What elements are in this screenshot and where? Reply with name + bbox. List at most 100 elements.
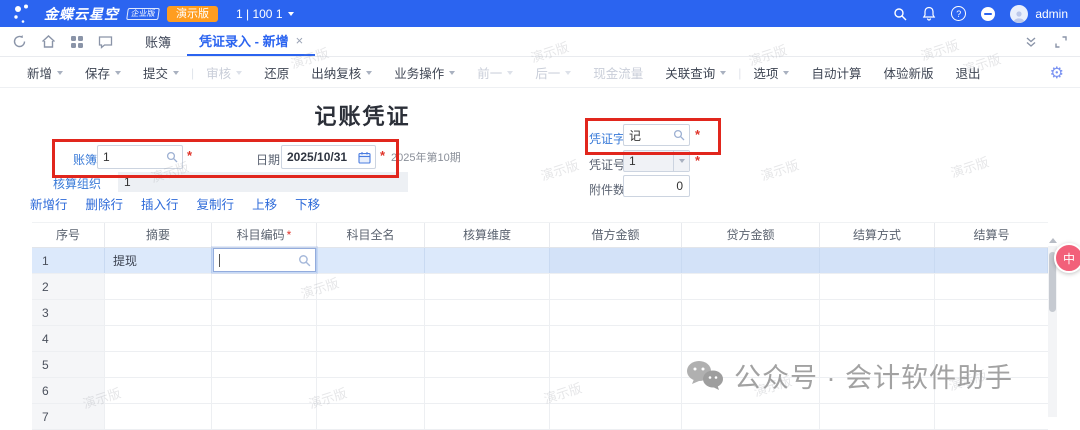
toolbar-button[interactable]: 还原 [253,63,300,82]
grid-row[interactable]: 3 [32,300,1048,326]
toolbar-button[interactable]: 自动计算 [800,63,872,82]
account-code-input[interactable] [220,252,298,268]
grid-row[interactable]: 6 [32,378,1048,404]
row-number-cell[interactable]: 3 [32,300,105,325]
fullscreen-icon[interactable] [1054,35,1068,49]
toolbar-button[interactable]: 保存 [74,63,132,82]
grid-cell[interactable] [212,326,317,351]
grid-row[interactable]: 4 [32,326,1048,352]
grid-row[interactable]: 7 [32,404,1048,430]
attachments-field[interactable] [623,175,690,197]
search-icon[interactable] [893,7,907,21]
grid-cell[interactable] [317,248,425,273]
grid-cell[interactable] [105,326,212,351]
grid-row[interactable]: 1提现 [32,248,1048,274]
grid-row[interactable]: 5 [32,352,1048,378]
grid-cell[interactable] [212,378,317,403]
lookup-icon[interactable] [166,151,182,163]
grid-cell[interactable] [820,326,935,351]
row-number-cell[interactable]: 2 [32,274,105,299]
apps-grid-icon[interactable] [70,35,84,49]
grid-cell[interactable] [317,378,425,403]
row-action-link[interactable]: 上移 [252,194,277,213]
floating-ime-badge[interactable]: 中 [1054,243,1080,273]
grid-cell[interactable] [425,300,550,325]
grid-cell[interactable] [935,300,1048,325]
grid-cell[interactable] [820,352,935,377]
date-field[interactable] [281,145,376,169]
grid-cell[interactable] [317,352,425,377]
grid-cell[interactable] [935,326,1048,351]
grid-cell[interactable] [317,326,425,351]
book-label[interactable]: 账簿 [73,151,97,168]
book-field[interactable] [97,145,183,169]
grid-cell[interactable] [212,300,317,325]
grid-cell[interactable] [820,300,935,325]
dropdown-button[interactable] [673,151,689,171]
voucher-number-field[interactable] [623,150,690,172]
grid-cell[interactable]: 提现 [105,248,212,273]
account-code-editor[interactable] [213,248,316,272]
lookup-icon[interactable] [298,254,315,267]
grid-cell[interactable] [105,274,212,299]
voucher-number-input[interactable] [624,154,673,168]
toolbar-button[interactable]: 出纳复核 [300,63,383,82]
toolbar-button[interactable]: 提交 [132,63,190,82]
grid-cell[interactable] [425,352,550,377]
grid-cell[interactable] [105,378,212,403]
voucher-word-label[interactable]: 凭证字 [589,130,625,147]
grid-cell[interactable] [682,378,820,403]
collapse-icon[interactable] [1024,35,1038,49]
scroll-up-arrow[interactable] [1049,238,1057,243]
org-label[interactable]: 核算组织 [53,175,101,192]
grid-cell[interactable] [425,274,550,299]
grid-cell[interactable] [212,352,317,377]
tab-0[interactable]: 账簿 [133,27,183,56]
grid-cell[interactable] [550,326,682,351]
grid-cell[interactable] [682,274,820,299]
grid-cell[interactable] [105,300,212,325]
refresh-icon[interactable] [12,34,27,49]
grid-cell[interactable] [550,300,682,325]
calendar-icon[interactable] [358,151,375,164]
grid-cell[interactable] [550,274,682,299]
grid-cell[interactable] [935,352,1048,377]
toolbar-button[interactable]: 体验新版 [872,63,944,82]
avatar[interactable] [1010,5,1028,23]
grid-cell[interactable] [682,352,820,377]
grid-cell[interactable] [550,248,682,273]
grid-cell[interactable] [105,352,212,377]
grid-cell[interactable] [935,274,1048,299]
row-action-link[interactable]: 复制行 [197,194,235,213]
grid-cell[interactable] [935,378,1048,403]
grid-cell[interactable] [425,326,550,351]
date-input[interactable] [282,150,358,164]
grid-cell[interactable] [317,300,425,325]
status-dash-icon[interactable] [981,7,995,21]
row-number-cell[interactable]: 6 [32,378,105,403]
username[interactable]: admin [1035,7,1068,21]
tab-1[interactable]: 凭证录入 - 新增× [187,27,315,56]
grid-cell[interactable] [425,248,550,273]
grid-cell[interactable] [820,274,935,299]
grid-cell[interactable] [682,300,820,325]
grid-cell[interactable] [682,248,820,273]
home-icon[interactable] [41,34,56,49]
lookup-icon[interactable] [673,129,689,141]
toolbar-button[interactable]: 退出 [944,63,991,82]
grid-cell[interactable] [425,378,550,403]
row-action-link[interactable]: 新增行 [30,194,68,213]
row-number-cell[interactable]: 1 [32,248,105,273]
help-icon[interactable]: ? [951,6,966,21]
close-icon[interactable]: × [296,33,304,48]
gear-icon[interactable]: ⚙ [1050,63,1064,83]
book-input[interactable] [98,150,166,164]
workspace-selector[interactable]: 1 | 100 1 [236,7,294,21]
row-action-link[interactable]: 删除行 [86,194,124,213]
attachments-input[interactable] [624,179,689,193]
grid-cell[interactable] [820,378,935,403]
row-action-link[interactable]: 插入行 [141,194,179,213]
toolbar-button[interactable]: 业务操作 [383,63,466,82]
grid-cell[interactable] [820,248,935,273]
toolbar-button[interactable]: 选项 [742,63,800,82]
